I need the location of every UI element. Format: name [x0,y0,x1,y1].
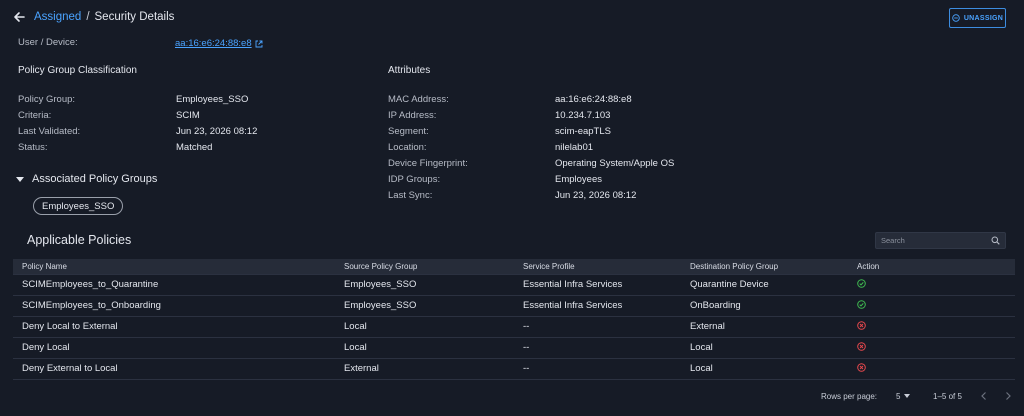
cell-source: Employees_SSO [344,279,417,290]
search-icon[interactable] [991,236,1000,245]
cell-service: Essential Infra Services [523,300,623,311]
caret-down-icon [16,176,24,182]
cell-name: Deny Local to External [22,321,118,332]
cell-destination: OnBoarding [690,300,741,311]
field-value: Jun 23, 2026 08:12 [555,190,637,201]
column-header-policy-name[interactable]: Policy Name [13,259,335,274]
rows-per-page-value: 5 [896,391,901,401]
field-label: MAC Address: [388,94,449,105]
check-circle-icon [857,278,866,288]
cell-action [848,295,1015,316]
cell-service: -- [523,342,530,353]
rows-per-page-label: Rows per page: [821,391,878,401]
next-page-icon[interactable] [1004,389,1012,403]
table-row[interactable]: SCIMEmployees_to_Onboarding Employees_SSO… [13,295,1015,316]
field-label: Criteria: [18,110,52,121]
classification-title: Policy Group Classification [18,65,137,76]
field-label: Last Validated: [18,126,81,137]
field-value: Jun 23, 2026 08:12 [176,126,258,137]
x-circle-icon [857,320,866,330]
x-circle-icon [857,362,866,372]
cell-source: Employees_SSO [344,300,417,311]
cell-destination: Local [690,363,713,374]
field-label: IDP Groups: [388,174,441,185]
search-input[interactable] [881,236,981,245]
policy-group-chip: Employees_SSO [33,197,124,215]
cell-name: SCIMEmployees_to_Onboarding [22,300,161,311]
field-value: aa:16:e6:24:88:e8 [555,94,632,105]
field-value: SCIM [176,110,200,121]
field-label: Device Fingerprint: [388,158,468,169]
cell-service: -- [523,321,530,332]
check-circle-icon [857,299,866,309]
associated-groups-title: Associated Policy Groups [32,173,158,185]
policies-table: Policy Name Source Policy Group Service … [13,259,1015,380]
unassign-label: UNASSIGN [963,14,1004,22]
table-row[interactable]: Deny Local to External Local -- External [13,316,1015,337]
field-label: Location: [388,142,427,153]
cell-service: -- [523,363,530,374]
external-link-icon [255,40,263,47]
x-circle-icon [857,341,866,351]
cell-destination: Quarantine Device [690,279,769,290]
user-device-link[interactable]: aa:16:e6:24:88:e8 [175,38,263,49]
field-value: Operating System/Apple OS [555,158,675,169]
previous-page-icon[interactable] [980,389,988,403]
field-value: Employees_SSO [176,94,249,105]
attributes-title: Attributes [388,65,431,76]
cell-action [848,274,1015,295]
field-value: 10.234.7.103 [555,110,611,121]
applicable-policies-title: Applicable Policies [27,233,132,247]
field-label: Last Sync: [388,190,433,201]
minus-circle-icon [952,14,960,22]
cell-action [848,337,1015,358]
cell-source: Local [344,342,367,353]
rows-per-page-select[interactable]: 5 [896,389,911,403]
cell-action [848,358,1015,379]
table-header-row: Policy Name Source Policy Group Service … [13,259,1015,274]
field-value: scim-eapTLS [555,126,611,137]
cell-source: External [344,363,379,374]
cell-name: SCIMEmployees_to_Quarantine [22,279,159,290]
back-arrow-icon[interactable] [12,10,26,24]
page-title: Security Details [94,11,175,23]
column-header-service-profile[interactable]: Service Profile [514,259,681,274]
unassign-button[interactable]: UNASSIGN [949,8,1006,28]
table-row[interactable]: Deny External to Local External -- Local [13,358,1015,379]
column-header-source-group[interactable]: Source Policy Group [335,259,514,274]
user-device-label: User / Device: [18,37,78,48]
table-row[interactable]: SCIMEmployees_to_Quarantine Employees_SSO… [13,274,1015,295]
field-value: Matched [176,142,213,153]
breadcrumb-separator: / [86,11,90,23]
column-header-action[interactable]: Action [848,259,1015,274]
pagination-range: 1–5 of 5 [933,391,962,401]
field-label: IP Address: [388,110,437,121]
cell-source: Local [344,321,367,332]
cell-destination: External [690,321,725,332]
associated-groups-toggle[interactable]: Associated Policy Groups [16,173,157,185]
field-value: nilelab01 [555,142,594,153]
user-device-value: aa:16:e6:24:88:e8 [175,38,252,49]
field-label: Status: [18,142,48,153]
column-header-destination-group[interactable]: Destination Policy Group [681,259,848,274]
cell-name: Deny External to Local [22,363,118,374]
field-label: Segment: [388,126,429,137]
cell-action [848,316,1015,337]
cell-name: Deny Local [22,342,70,353]
cell-service: Essential Infra Services [523,279,623,290]
field-label: Policy Group: [18,94,76,105]
search-box [875,232,1006,249]
table-row[interactable]: Deny Local Local -- Local [13,337,1015,358]
field-value: Employees [555,174,602,185]
breadcrumb: Assigned / Security Details [12,9,174,25]
caret-down-icon [904,394,911,398]
cell-destination: Local [690,342,713,353]
breadcrumb-link-assigned[interactable]: Assigned [34,11,81,23]
